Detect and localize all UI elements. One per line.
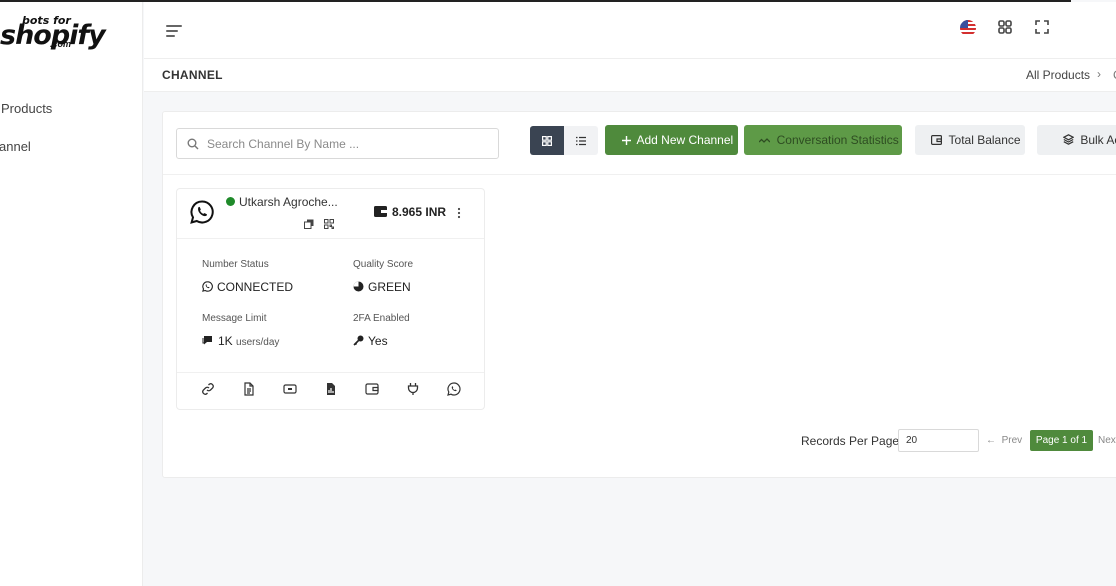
grid-view-button[interactable] [530,126,564,155]
menu-toggle-icon[interactable] [166,25,182,37]
sidebar-item-products[interactable]: Products [1,101,52,116]
pie-chart-icon [353,281,364,292]
toolbar-divider [163,174,1116,175]
report-icon[interactable] [324,382,340,398]
twofa-label: 2FA Enabled [353,313,410,324]
key-icon [353,335,364,346]
total-balance-button[interactable]: Total Balance [915,125,1025,155]
channel-quick-icons [304,216,335,234]
card-header-divider [177,238,484,239]
wallet-icon [374,206,387,217]
top-border [0,0,1071,2]
records-per-page-input[interactable] [898,429,979,452]
number-status-label: Number Status [202,259,269,270]
quality-score-value: GREEN [353,280,411,294]
breadcrumb-separator: › [1097,67,1101,81]
card-footer-divider [177,372,484,373]
media-icon[interactable] [283,382,299,398]
fullscreen-icon[interactable] [1034,19,1054,39]
add-new-channel-label: Add New Channel [636,133,734,147]
channel-balance: 8.965 INR [374,205,446,219]
plus-icon [621,136,631,145]
us-flag-icon[interactable] [959,19,979,39]
whatsapp-action-icon[interactable] [447,382,463,398]
arrow-left-icon: ← [986,435,996,446]
number-status-value: CONNECTED [202,280,293,294]
copy-icon[interactable] [304,219,314,229]
current-page-badge: Page 1 of 1 [1030,430,1093,451]
search-input[interactable] [207,134,487,154]
sidebar-item-channel[interactable]: annel [0,139,31,154]
chat-bubbles-icon [202,336,212,345]
page-title-bar: CHANNEL All Products › C [144,59,1116,92]
channel-balance-value: 8.965 INR [392,205,447,219]
search-icon [187,138,199,150]
top-header [144,2,1116,59]
quality-score-label: Quality Score [353,259,414,270]
online-status-dot [226,197,235,206]
layers-icon [1062,134,1075,145]
page-title: CHANNEL [162,68,223,82]
bulk-actions-label: Bulk Actio [1080,133,1116,147]
grid-view-icon [542,136,552,146]
breadcrumb-all-products[interactable]: All Products [1026,68,1090,82]
channel-panel: Add New Channel Conversation Statistics … [162,111,1116,478]
sidebar: bots for shopify .com Products annel [0,0,143,586]
wallet-icon [931,135,943,146]
search-box [176,128,499,159]
apps-grid-icon[interactable] [997,19,1017,39]
link-icon[interactable] [201,382,217,398]
brand-logo[interactable]: bots for shopify .com [0,10,142,54]
twofa-value: Yes [353,334,388,348]
message-limit-label: Message Limit [202,313,267,324]
wallet-action-icon[interactable] [365,382,381,398]
prev-page-button[interactable]: ← Prev [986,435,1022,446]
next-page-button[interactable]: Next [1098,435,1116,446]
channel-card: Utkarsh Agroche... 8.965 INR Number Stat… [176,188,485,410]
channel-name[interactable]: Utkarsh Agroche... [239,195,338,209]
list-view-button[interactable] [564,126,598,155]
conversation-statistics-label: Conversation Statistics [776,133,899,147]
whatsapp-small-icon [202,281,213,292]
document-icon[interactable] [242,382,258,398]
trend-icon [758,138,771,143]
more-options-icon[interactable] [457,206,461,219]
message-limit-value: 1K users/day [202,334,279,348]
bulk-actions-button[interactable]: Bulk Actio [1037,125,1116,155]
plug-icon[interactable] [406,382,422,398]
conversation-statistics-button[interactable]: Conversation Statistics [744,125,902,155]
add-new-channel-button[interactable]: Add New Channel [605,125,738,155]
total-balance-label: Total Balance [948,133,1021,147]
card-action-icons [177,382,484,398]
logo-domain: .com [50,39,72,49]
records-per-page-label: Records Per Page [801,434,900,448]
qr-code-icon[interactable] [324,219,335,229]
whatsapp-icon [189,199,215,225]
list-view-icon [576,136,586,146]
